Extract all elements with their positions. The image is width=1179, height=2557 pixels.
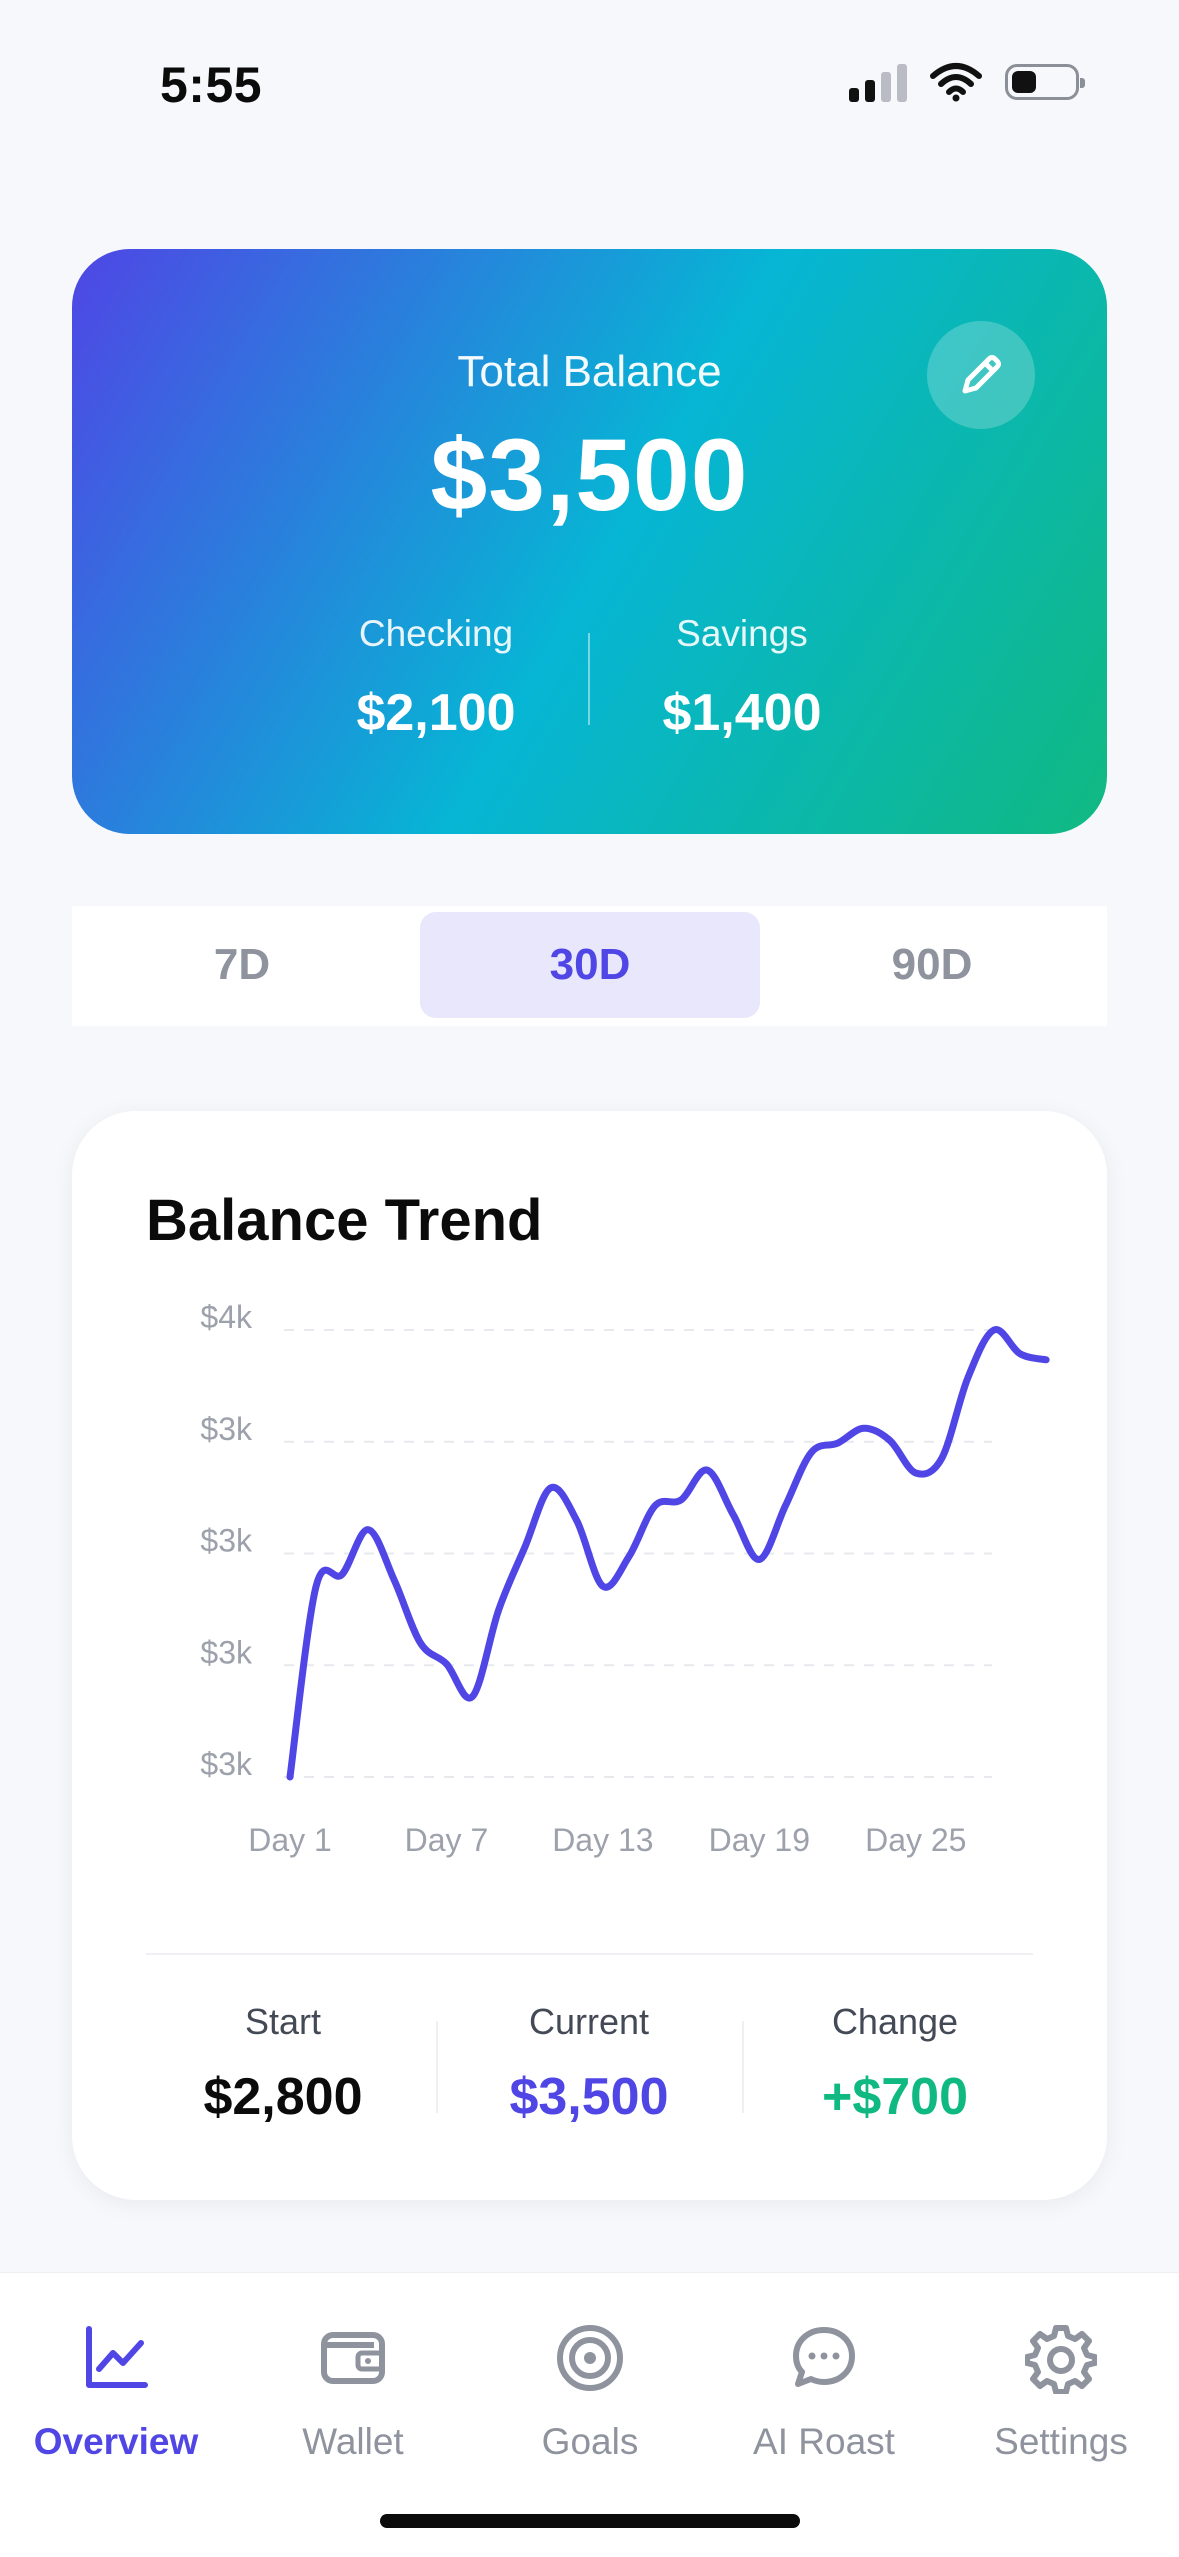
- chart-line-icon: [6, 2313, 226, 2403]
- tab-overview[interactable]: Overview: [6, 2313, 226, 2463]
- wallet-icon: [243, 2313, 463, 2403]
- gear-icon: [951, 2313, 1171, 2403]
- tab-ai-roast[interactable]: AI Roast: [714, 2313, 934, 2463]
- trend-summary: Start $2,800 Current $3,500 Change +$700: [72, 2001, 1107, 2141]
- x-tick-label: Day 19: [709, 1822, 810, 1858]
- tab-goals[interactable]: Goals: [480, 2313, 700, 2463]
- tab-wallet[interactable]: Wallet: [243, 2313, 463, 2463]
- y-tick-label: $4k: [200, 1299, 253, 1335]
- tab-settings-label: Settings: [994, 2421, 1128, 2462]
- checking-value: $2,100: [356, 684, 516, 742]
- start-summary: Start $2,800: [123, 2001, 443, 2127]
- target-icon: [480, 2313, 700, 2403]
- checking-column: Checking $2,100: [276, 613, 596, 743]
- y-tick-label: $3k: [200, 1523, 253, 1559]
- edit-balance-button[interactable]: [927, 321, 1035, 429]
- status-time: 5:55: [160, 57, 263, 113]
- range-selector: 7D 30D 90D: [72, 906, 1107, 1026]
- checking-label: Checking: [358, 613, 514, 654]
- current-label: Current: [528, 2001, 650, 2042]
- total-balance-amount: $3,500: [430, 418, 749, 532]
- range-tab-90d[interactable]: 90D: [762, 912, 1102, 1018]
- range-tab-7d[interactable]: 7D: [72, 912, 412, 1018]
- tab-settings[interactable]: Settings: [951, 2313, 1171, 2463]
- battery-icon: [1005, 64, 1085, 100]
- current-value: $3,500: [509, 2068, 669, 2126]
- x-tick-label: Day 13: [552, 1822, 653, 1858]
- range-tab-30d[interactable]: 30D: [420, 912, 760, 1018]
- y-tick-label: $3k: [200, 1634, 253, 1670]
- change-value: +$700: [821, 2068, 969, 2126]
- home-indicator: [380, 2514, 800, 2528]
- x-tick-label: Day 1: [248, 1822, 332, 1858]
- change-summary: Change +$700: [735, 2001, 1055, 2127]
- tab-wallet-label: Wallet: [302, 2421, 404, 2462]
- change-label: Change: [831, 2001, 959, 2042]
- status-icons: [849, 62, 1085, 102]
- balance-trend-card: Balance Trend $3k $3k $3k $3k $4k Day 1 Day 7D…: [72, 1111, 1107, 2200]
- x-tick-label: Day 25: [865, 1822, 966, 1858]
- balance-card: Total Balance $3,500 Checking $2,100 Sav…: [72, 249, 1107, 834]
- summary-divider: [146, 1953, 1033, 1955]
- chat-bubble-icon: [714, 2313, 934, 2403]
- status-bar: 5:55: [0, 0, 1179, 170]
- y-tick-label: $3k: [200, 1746, 253, 1782]
- tab-goals-label: Goals: [541, 2421, 639, 2462]
- y-tick-label: $3k: [200, 1411, 253, 1447]
- savings-label: Savings: [676, 613, 808, 654]
- savings-column: Savings $1,400: [582, 613, 902, 743]
- tab-overview-label: Overview: [33, 2421, 199, 2462]
- savings-value: $1,400: [662, 684, 822, 742]
- tab-ai-roast-label: AI Roast: [753, 2421, 895, 2462]
- x-tick-label: Day 7: [405, 1822, 489, 1858]
- pencil-icon: [962, 355, 1001, 394]
- balance-trend-chart: $3k $3k $3k $3k $4k Day 1 Day 7 Day 13 Day 19 Day…: [200, 1299, 1050, 1858]
- start-label: Start: [244, 2001, 322, 2042]
- start-value: $2,800: [203, 2068, 363, 2126]
- balance-split: Checking $2,100 Savings $1,400: [72, 613, 1107, 753]
- cellular-signal-icon: [849, 62, 907, 102]
- wifi-icon: [930, 63, 982, 102]
- current-summary: Current $3,500: [429, 2001, 749, 2127]
